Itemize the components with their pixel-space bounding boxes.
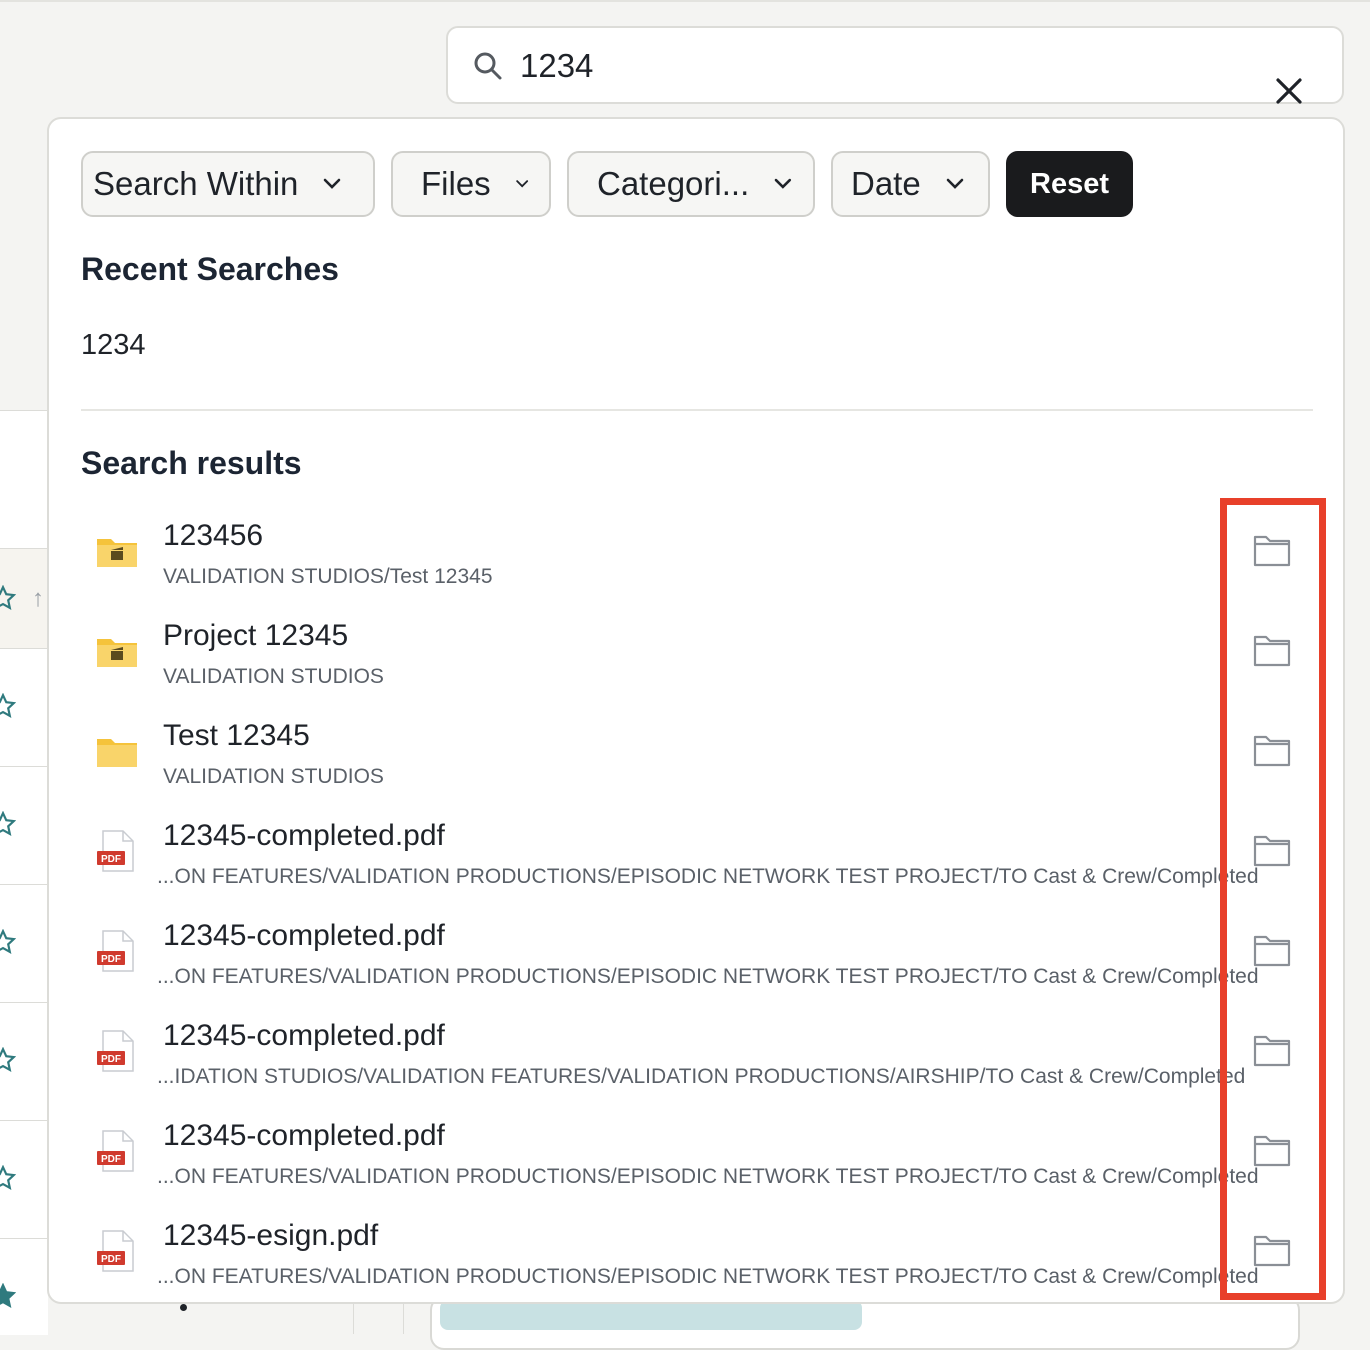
search-within-filter-button[interactable]: Search Within xyxy=(81,151,375,217)
files-filter-button[interactable]: Files xyxy=(391,151,551,217)
pdf-file-icon: PDF xyxy=(97,1230,134,1272)
result-path: ...ON FEATURES/VALIDATION PRODUCTIONS/EP… xyxy=(157,1165,1259,1188)
star-icon[interactable] xyxy=(0,929,16,955)
close-icon[interactable] xyxy=(1274,76,1304,106)
date-filter-button[interactable]: Date xyxy=(831,151,990,217)
search-result-item[interactable]: 123456 VALIDATION STUDIOS/Test 12345 xyxy=(49,511,1343,611)
bullet-dot xyxy=(180,1304,187,1311)
result-path: ...ON FEATURES/VALIDATION PRODUCTIONS/EP… xyxy=(157,965,1259,988)
background-row-divider xyxy=(0,1002,48,1003)
section-divider xyxy=(81,409,1313,411)
search-result-item[interactable]: PDF 12345-completed.pdf ...ON FEATURES/V… xyxy=(49,811,1343,911)
search-result-item[interactable]: Test 12345 VALIDATION STUDIOS xyxy=(49,711,1343,811)
background-row-divider xyxy=(0,1120,48,1121)
open-folder-icon[interactable] xyxy=(1253,933,1291,967)
result-path: ...IDATION STUDIOS/VALIDATION FEATURES/V… xyxy=(157,1065,1246,1088)
background-row-divider xyxy=(0,884,48,885)
open-folder-icon[interactable] xyxy=(1253,1233,1291,1267)
filter-label: Files xyxy=(421,165,491,202)
result-path: VALIDATION STUDIOS/Test 12345 xyxy=(163,565,493,588)
open-folder-icon[interactable] xyxy=(1253,533,1291,567)
search-dropdown-panel: Search Within Files Categori... Date Res… xyxy=(47,117,1345,1304)
search-bar xyxy=(446,26,1344,104)
pdf-file-icon: PDF xyxy=(97,1130,134,1172)
search-icon xyxy=(474,52,502,80)
result-name: Test 12345 xyxy=(163,719,310,752)
open-folder-icon[interactable] xyxy=(1253,1033,1291,1067)
result-name: 12345-completed.pdf xyxy=(163,1119,445,1152)
star-icon[interactable] xyxy=(0,1047,16,1073)
result-path: ...ON FEATURES/VALIDATION PRODUCTIONS/EP… xyxy=(157,1265,1259,1288)
pdf-file-icon: PDF xyxy=(97,830,134,872)
filter-label: Date xyxy=(851,165,921,202)
filter-bar: Search Within Files Categori... Date Res… xyxy=(81,151,1133,217)
background-row-divider xyxy=(0,1238,48,1239)
chevron-down-icon xyxy=(515,180,528,188)
background-row-divider xyxy=(0,548,48,549)
result-name: Project 12345 xyxy=(163,619,349,652)
reset-button[interactable]: Reset xyxy=(1006,151,1133,217)
open-folder-icon[interactable] xyxy=(1253,633,1291,667)
search-input[interactable] xyxy=(520,42,1220,90)
result-path: VALIDATION STUDIOS xyxy=(163,765,384,788)
sort-arrow-icon[interactable]: ↑ xyxy=(32,585,44,613)
recent-searches-title: Recent Searches xyxy=(81,251,339,287)
project-folder-icon xyxy=(97,639,137,667)
search-result-item[interactable]: PDF 12345-completed.pdf ...ON FEATURES/V… xyxy=(49,1111,1343,1211)
result-name: 12345-completed.pdf xyxy=(163,819,445,852)
folder-icon xyxy=(97,739,137,767)
pdf-file-icon: PDF xyxy=(97,930,134,972)
filter-label: Search Within xyxy=(93,165,299,202)
star-icon[interactable] xyxy=(0,585,16,611)
top-border xyxy=(0,0,1370,2)
pdf-badge: PDF xyxy=(101,1154,121,1165)
result-path: VALIDATION STUDIOS xyxy=(163,665,384,688)
result-name: 12345-completed.pdf xyxy=(163,919,445,952)
search-result-item[interactable]: PDF 12345-completed.pdf ...IDATION STUDI… xyxy=(49,1011,1343,1111)
search-result-item[interactable]: Project 12345 VALIDATION STUDIOS xyxy=(49,611,1343,711)
pdf-file-icon: PDF xyxy=(97,1030,134,1072)
open-folder-icon[interactable] xyxy=(1253,1133,1291,1167)
categories-filter-button[interactable]: Categori... xyxy=(567,151,815,217)
search-result-item[interactable]: PDF 12345-esign.pdf ...ON FEATURES/VALID… xyxy=(49,1211,1343,1302)
chevron-down-icon xyxy=(774,178,792,189)
star-icon[interactable] xyxy=(0,811,16,837)
pdf-badge: PDF xyxy=(101,1254,121,1265)
chevron-down-icon xyxy=(324,178,341,189)
open-folder-icon[interactable] xyxy=(1253,733,1291,767)
recent-search-item[interactable]: 1234 xyxy=(81,329,146,362)
background-row-divider xyxy=(0,648,48,649)
search-results-title: Search results xyxy=(81,445,302,481)
result-name: 12345-esign.pdf xyxy=(163,1219,379,1252)
tab-current-payroll[interactable] xyxy=(440,1300,862,1330)
pdf-badge: PDF xyxy=(101,1054,121,1065)
result-name: 12345-completed.pdf xyxy=(163,1019,445,1052)
background-row-divider xyxy=(0,766,48,767)
background-divider xyxy=(403,1300,404,1334)
star-icon[interactable] xyxy=(0,1165,16,1191)
star-icon[interactable] xyxy=(0,693,16,719)
open-folder-icon[interactable] xyxy=(1253,833,1291,867)
search-result-item[interactable]: PDF 12345-completed.pdf ...ON FEATURES/V… xyxy=(49,911,1343,1011)
filter-label: Categori... xyxy=(597,165,750,202)
result-name: 123456 xyxy=(163,519,264,552)
project-folder-icon xyxy=(97,539,137,567)
chevron-down-icon xyxy=(946,178,964,189)
result-path: ...ON FEATURES/VALIDATION PRODUCTIONS/EP… xyxy=(157,865,1259,888)
star-filled-icon[interactable] xyxy=(0,1283,16,1309)
pdf-badge: PDF xyxy=(101,954,121,965)
background-divider xyxy=(353,1300,354,1334)
pdf-badge: PDF xyxy=(101,854,121,865)
